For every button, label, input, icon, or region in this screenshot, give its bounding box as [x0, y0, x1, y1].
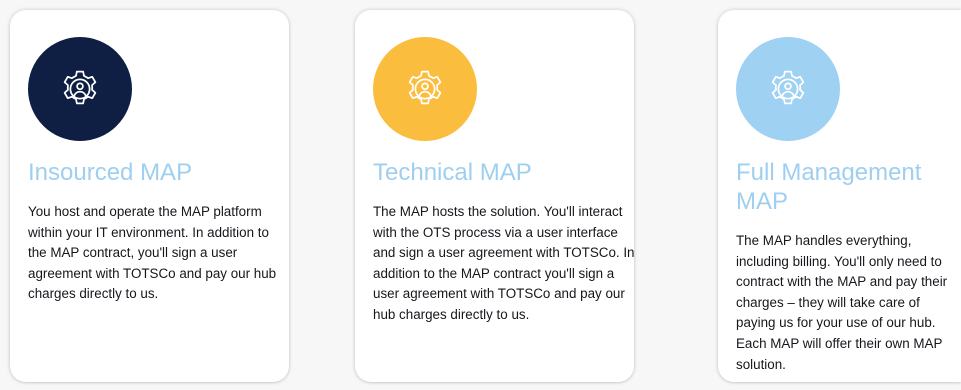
gear-person-icon [771, 70, 805, 105]
gear-person-icon [408, 70, 442, 105]
card-technical-map: Technical MAP The MAP hosts the solution… [355, 10, 635, 382]
card-title: Technical MAP [373, 159, 532, 186]
card-description: You host and operate the MAP platform wi… [28, 204, 277, 302]
icon-circle [28, 37, 132, 141]
card-full-management-map: Full Management MAP The MAP handles ever… [718, 10, 961, 382]
icon-circle [736, 37, 840, 141]
icon-circle [373, 37, 477, 141]
card-description: The MAP hosts the solution. You'll inter… [373, 204, 635, 322]
card-title: Full Management MAP [736, 159, 922, 215]
card-title: Insourced MAP [28, 159, 193, 186]
gear-person-icon [63, 70, 97, 105]
card-insourced-map: Insourced MAP You host and operate the M… [10, 10, 289, 382]
card-description: The MAP handles everything, including bi… [736, 233, 948, 372]
